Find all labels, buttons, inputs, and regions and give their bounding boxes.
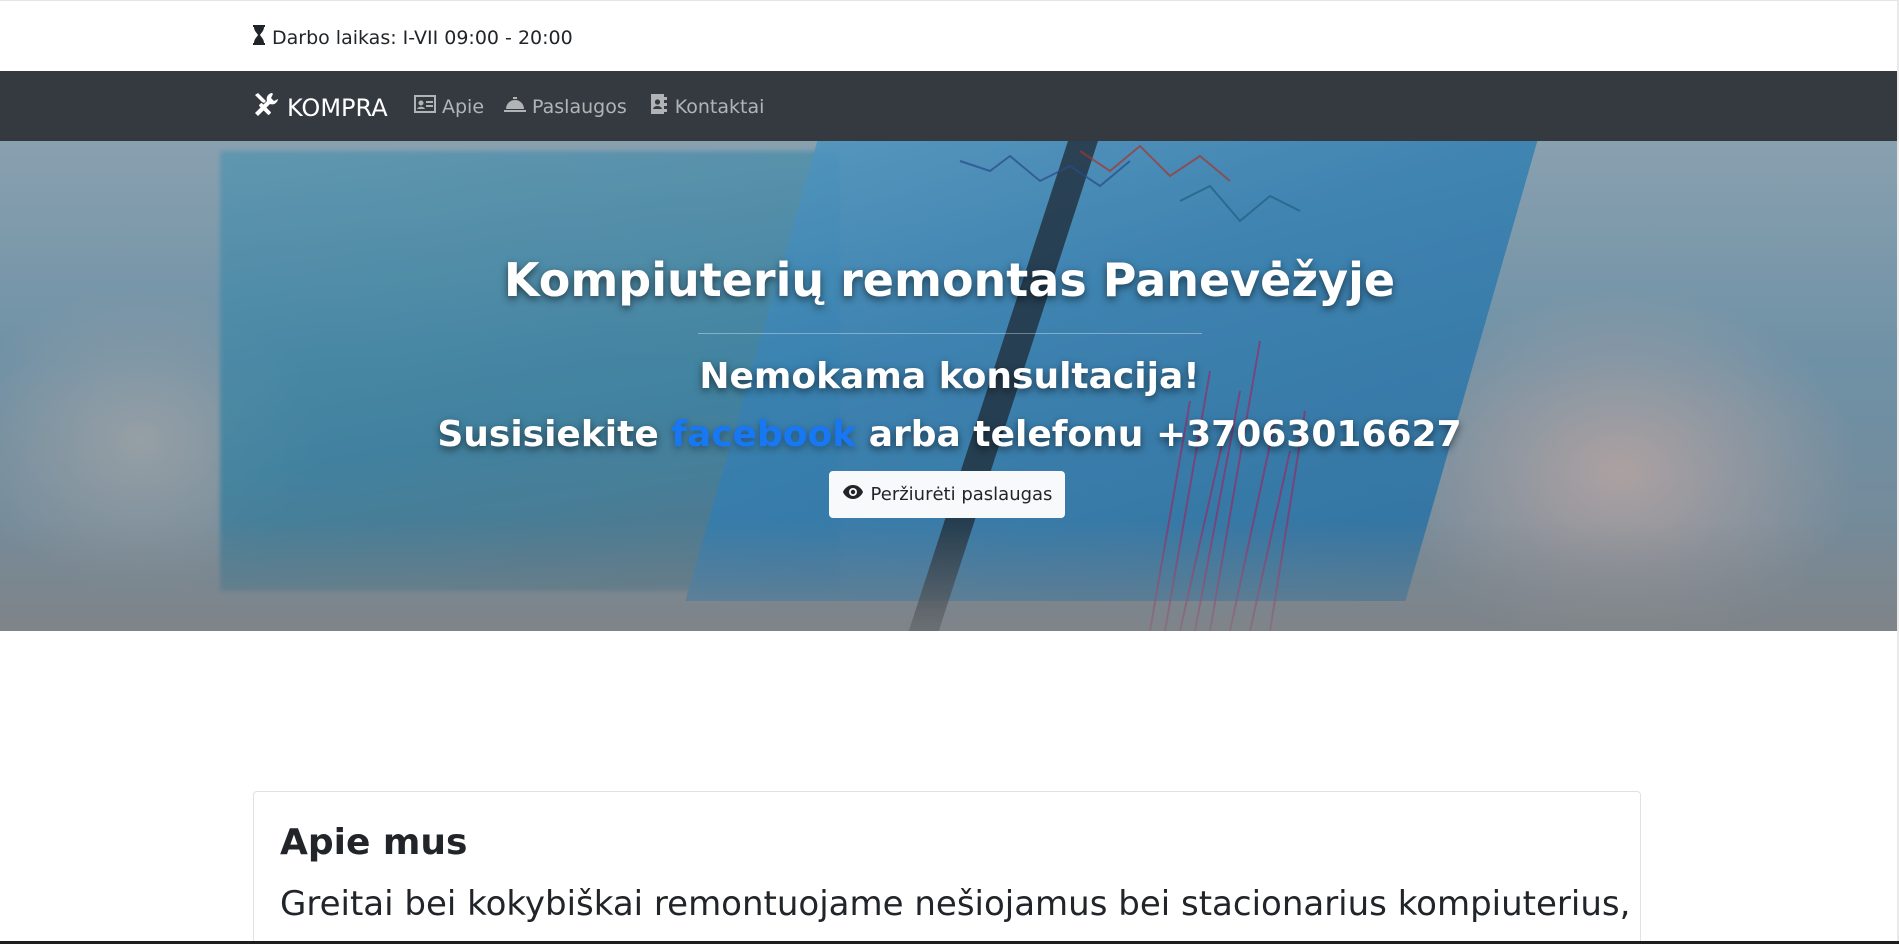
hero-banner: Kompiuterių remontas Panevėžyje Nemokama… bbox=[0, 141, 1899, 631]
working-hours: Darbo laikas: I-VII 09:00 - 20:00 bbox=[252, 25, 573, 50]
brand-link[interactable]: KOMPRA bbox=[252, 91, 388, 125]
about-card: Apie mus Greitai bei kokybiškai remontuo… bbox=[253, 791, 1641, 944]
contact-prefix: Susisiekite bbox=[437, 414, 659, 455]
hero-divider bbox=[698, 333, 1202, 334]
nav-link-label: Paslaugos bbox=[532, 95, 627, 118]
navbar: KOMPRA Apie Paslaugos Kontaktai bbox=[0, 71, 1899, 141]
hero-contact-line: Susisiekite facebook arba telefonu +3706… bbox=[0, 414, 1899, 455]
address-book-icon bbox=[647, 94, 669, 119]
brand-label: KOMPRA bbox=[287, 94, 388, 122]
top-info-bar: Darbo laikas: I-VII 09:00 - 20:00 bbox=[0, 0, 1899, 71]
hero-subtitle: Nemokama konsultacija! bbox=[699, 356, 1200, 397]
nav-link-apie[interactable]: Apie bbox=[414, 94, 484, 119]
id-card-icon bbox=[414, 94, 436, 119]
contact-suffix: arba telefonu +37063016627 bbox=[868, 414, 1462, 455]
about-text: Greitai bei kokybiškai remontuojame neši… bbox=[280, 884, 1631, 924]
eye-icon bbox=[842, 484, 864, 505]
hero-title: Kompiuterių remontas Panevėžyje bbox=[503, 253, 1396, 307]
nav-link-label: Apie bbox=[442, 95, 485, 118]
hourglass-icon bbox=[252, 25, 266, 50]
nav-link-kontaktai[interactable]: Kontaktai bbox=[647, 94, 765, 119]
page: Darbo laikas: I-VII 09:00 - 20:00 KOMPRA bbox=[0, 0, 1899, 944]
view-services-label: Peržiurėti paslaugas bbox=[870, 484, 1053, 505]
concierge-bell-icon bbox=[504, 94, 527, 119]
about-title: Apie mus bbox=[280, 822, 468, 863]
tools-icon bbox=[252, 91, 280, 125]
working-hours-text: Darbo laikas: I-VII 09:00 - 20:00 bbox=[272, 26, 573, 49]
nav-link-label: Kontaktai bbox=[674, 95, 765, 118]
nav-link-paslaugos[interactable]: Paslaugos bbox=[504, 94, 627, 119]
view-services-button[interactable]: Peržiurėti paslaugas bbox=[829, 471, 1065, 518]
hero-content: Kompiuterių remontas Panevėžyje Nemokama… bbox=[0, 141, 1899, 631]
nav-links: Apie Paslaugos Kontaktai bbox=[414, 94, 764, 119]
facebook-link[interactable]: facebook bbox=[671, 414, 856, 455]
